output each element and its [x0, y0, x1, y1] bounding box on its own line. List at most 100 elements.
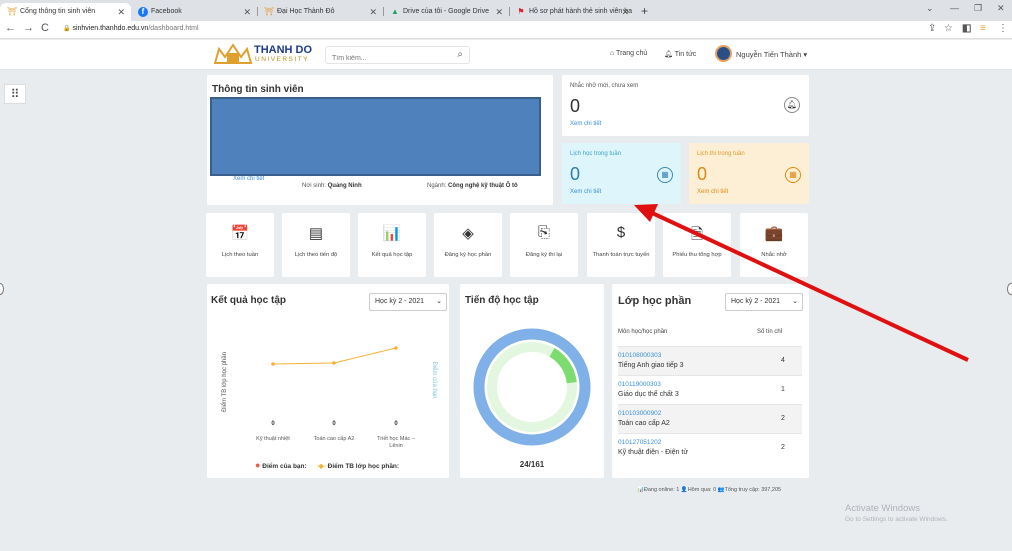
close-tab-icon[interactable]: ✕ — [369, 3, 377, 21]
student-info-title: Thông tin sinh viên — [212, 84, 304, 95]
tile-course-registration[interactable]: ◈ Đăng ký học phần — [434, 213, 502, 277]
progress-ring — [473, 328, 591, 446]
schedule-link[interactable]: Xem chi tiết — [570, 189, 601, 195]
tile-weekly-schedule[interactable]: 📅 Lịch theo tuần — [206, 213, 274, 277]
tile-label: Lịch theo tiến độ — [294, 252, 338, 258]
legend-mine-marker: ● — [255, 460, 261, 470]
x-tick-label: Toán cao cấp A2 — [314, 436, 355, 442]
class-average-point — [271, 362, 275, 366]
search-box: ⌕ — [325, 46, 470, 67]
tab-facebook[interactable]: f Facebook ✕ — [131, 3, 257, 21]
extension-icon[interactable]: ≡ — [980, 23, 986, 34]
course-name: Giáo dục thể chất 3 — [618, 391, 679, 398]
resize-handle-right[interactable] — [1007, 283, 1012, 295]
exams-label: Lịch thi trong tuần — [697, 151, 745, 157]
url-field[interactable]: 🔒 sinhvien.thanhdo.edu.vn/dashboard.html — [63, 25, 199, 32]
search-input[interactable] — [326, 50, 446, 67]
bell-icon: 🔔︎ — [664, 51, 675, 58]
chevron-down-icon[interactable]: ⌄ — [926, 3, 934, 14]
portal-favicon-icon: ⛩ — [264, 7, 275, 16]
reload-icon[interactable]: C — [41, 22, 49, 34]
back-arrow-icon[interactable]: ← — [5, 22, 16, 34]
close-tab-icon[interactable]: ✕ — [243, 3, 251, 21]
progress-title: Tiến độ học tập — [465, 295, 539, 306]
maximize-icon[interactable]: ❐ — [974, 3, 982, 14]
nav-home[interactable]: ⌂ Trang chủ — [610, 50, 647, 57]
results-semester-select[interactable]: Học kỳ 2 - 2021 ⌄ — [369, 293, 447, 311]
nav-news-label: Tin tức — [674, 51, 697, 58]
reminders-label: Nhắc nhở mới, chưa xem — [570, 83, 639, 89]
schedule-label: Lịch học trong tuần — [570, 151, 622, 157]
user-menu[interactable]: Nguyễn Tiến Thành ▾ — [736, 50, 807, 59]
tab-title: Drive của tôi - Google Drive — [403, 8, 489, 15]
data-label: 0 — [271, 421, 275, 427]
reminders-link[interactable]: Xem chi tiết — [570, 121, 601, 127]
redacted-area — [210, 97, 541, 176]
share-icon[interactable]: ⇪ — [928, 23, 936, 34]
resize-handle-left[interactable] — [0, 283, 4, 295]
calendar-31-icon: 📅 — [230, 225, 250, 242]
tile-retake-registration[interactable]: ⎘ Đăng ký thi lại — [510, 213, 578, 277]
new-tab-button[interactable]: + — [641, 3, 648, 19]
birthplace: Nơi sinh: Quảng Ninh — [302, 183, 362, 189]
tile-label: Lịch theo tuần — [221, 252, 259, 258]
drive-favicon-icon: ▲ — [391, 7, 399, 16]
url-host: sinhvien.thanhdo.edu.vn — [72, 25, 149, 32]
tile-progress-schedule[interactable]: ▤ Lịch theo tiến độ — [282, 213, 350, 277]
tab-title: Cổng thông tin sinh viên — [20, 8, 96, 15]
results-title: Kết quả học tập — [211, 295, 287, 306]
schedule-count: 0 — [570, 164, 581, 184]
avatar[interactable] — [715, 45, 732, 62]
forward-arrow-icon[interactable]: → — [23, 22, 34, 34]
chevron-down-icon: ⌄ — [436, 298, 442, 305]
student-view-detail-link[interactable]: Xem chi tiết — [233, 176, 264, 182]
documents-icon: ⎘ — [537, 224, 550, 241]
sidepanel-icon[interactable]: ◧ — [962, 23, 971, 34]
close-tab-icon[interactable]: ✕ — [621, 3, 629, 21]
table-row[interactable]: 010127051202 Kỹ thuật điện - Điện tử 2 — [618, 433, 802, 462]
data-label: 0 — [332, 421, 336, 427]
brand-sub: UNIVERSITY — [255, 56, 310, 63]
tab-student-portal[interactable]: ⛩ Cổng thông tin sinh viên ✕ — [0, 3, 131, 21]
minimize-icon[interactable]: — — [950, 3, 959, 13]
nav-news[interactable]: 🔔︎ Tin tức — [664, 50, 696, 58]
site-header — [0, 40, 1012, 70]
search-icon[interactable]: ⌕ — [457, 49, 463, 60]
close-window-icon[interactable]: ✕ — [997, 3, 1005, 14]
course-code-link[interactable]: 010103000902 — [618, 410, 661, 417]
y-axis-label: Điểm TB lớp học phần — [221, 352, 228, 412]
star-icon[interactable]: ☆ — [944, 23, 953, 34]
major-label: Ngành: — [427, 183, 447, 189]
course-code-link[interactable]: 010127051202 — [618, 439, 661, 446]
legend-class-marker: -◆- — [316, 463, 326, 470]
tab-google-drive[interactable]: ▲ Drive của tôi - Google Drive ✕ — [383, 3, 509, 21]
table-row[interactable]: 010119000303 Giáo dục thể chất 3 1 — [618, 375, 802, 404]
university-logo-icon[interactable] — [213, 43, 253, 65]
apps-grid-icon[interactable]: ⠿ — [4, 84, 26, 104]
x-tick-label: Kỹ thuật nhiệt — [256, 436, 290, 442]
menu-dots-icon[interactable]: ⋮ — [998, 23, 1008, 34]
calendar-icon: ▦ — [657, 167, 673, 183]
exams-card: Lịch thi trong tuần 0 Xem chi tiết ▦ — [689, 143, 809, 204]
facebook-favicon-icon: f — [138, 7, 148, 17]
close-tab-icon[interactable]: ✕ — [495, 3, 503, 21]
browser-tab-bar: ⛩ Cổng thông tin sinh viên ✕ f Facebook … — [0, 0, 1012, 21]
close-tab-icon[interactable]: ✕ — [117, 3, 125, 21]
lock-icon: 🔒 — [63, 26, 71, 32]
results-chart: Điểm TB lớp học phần Điểm của bạn 0 0 0 Kỹ … — [221, 346, 438, 449]
tab-student-card[interactable]: ⚑ Hồ sơ phát hành thẻ sinh viên ba ✕ — [509, 3, 635, 21]
course-credits: 2 — [781, 444, 785, 451]
nav-home-label: Trang chủ — [616, 50, 648, 57]
tab-title: Facebook — [151, 8, 182, 15]
tab-thanhdo-university[interactable]: ⛩ Đại Học Thành Đô ✕ — [257, 3, 383, 21]
legend-mine-label: Điểm của bạn: — [262, 463, 307, 470]
course-code-link[interactable]: 010119000303 — [618, 381, 661, 388]
tab-title: Đại Học Thành Đô — [277, 8, 335, 15]
tile-academic-results[interactable]: 📊 Kết quả học tập — [358, 213, 426, 277]
chart-icon: 📊 — [382, 225, 402, 242]
annotation-arrow — [634, 204, 969, 362]
exams-link[interactable]: Xem chi tiết — [697, 189, 728, 195]
table-row[interactable]: 010103000902 Toán cao cấp A2 2 — [618, 404, 802, 433]
portal-favicon-icon: ⛩ — [7, 7, 18, 16]
course-name: Kỹ thuật điện - Điện tử — [618, 449, 689, 456]
